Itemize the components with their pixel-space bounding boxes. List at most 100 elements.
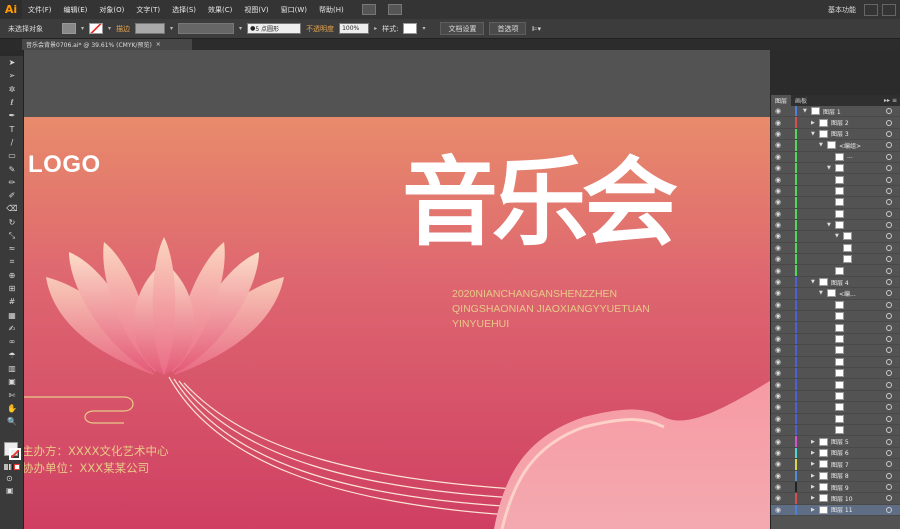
- layer-target-icon[interactable]: [886, 449, 892, 456]
- layer-row[interactable]: ◉: [771, 311, 900, 323]
- draw-mode-icon[interactable]: ⊙: [6, 474, 13, 483]
- layer-target-icon[interactable]: [886, 324, 892, 331]
- visibility-eye-icon[interactable]: ◉: [775, 346, 783, 354]
- layer-row[interactable]: ◉: [771, 174, 900, 186]
- layer-target-icon[interactable]: [886, 108, 892, 115]
- disclosure-triangle-icon[interactable]: ▼: [827, 222, 831, 228]
- eraser-tool-icon[interactable]: ⌫: [0, 202, 24, 215]
- layer-name[interactable]: 图层 8: [831, 471, 849, 480]
- menu-item[interactable]: 效果(C): [202, 5, 238, 15]
- layer-name[interactable]: 图层 5: [831, 437, 849, 446]
- layer-row[interactable]: ◉: [771, 322, 900, 334]
- visibility-eye-icon[interactable]: ◉: [775, 483, 783, 491]
- layer-row[interactable]: ◉ ▼ 图层 3: [771, 128, 900, 141]
- visibility-eye-icon[interactable]: ◉: [775, 221, 783, 229]
- visibility-eye-icon[interactable]: ◉: [775, 494, 783, 502]
- style-dropdown-icon[interactable]: ▾: [422, 25, 425, 32]
- layer-target-icon[interactable]: [886, 392, 892, 399]
- symbol-sprayer-tool-icon[interactable]: ☂: [0, 349, 24, 362]
- disclosure-triangle-icon[interactable]: ▼: [811, 131, 815, 137]
- visibility-eye-icon[interactable]: ◉: [775, 312, 783, 320]
- shape-builder-tool-icon[interactable]: ⊕: [0, 269, 24, 282]
- fill-swatch[interactable]: [62, 23, 76, 34]
- eyedropper-tool-icon[interactable]: ✍: [0, 322, 24, 335]
- layer-row[interactable]: ◉ ▼: [771, 162, 900, 175]
- column-graph-tool-icon[interactable]: ▥: [0, 362, 24, 375]
- tab-artboards[interactable]: 画板: [791, 95, 811, 106]
- disclosure-triangle-icon[interactable]: ▼: [811, 279, 815, 285]
- layer-row[interactable]: ◉: [771, 254, 900, 266]
- fill-dropdown-icon[interactable]: ▾: [81, 25, 84, 32]
- layer-row[interactable]: ◉: [771, 299, 900, 312]
- layer-row[interactable]: ◉ ▶ 图层 8: [771, 470, 900, 482]
- layer-row[interactable]: ◉ ▼ <编...: [771, 288, 900, 300]
- visibility-eye-icon[interactable]: ◉: [775, 426, 783, 434]
- disclosure-triangle-icon[interactable]: ▶: [811, 484, 815, 490]
- pen-tool-icon[interactable]: ✒: [0, 109, 24, 122]
- width-tool-icon[interactable]: ≈: [0, 242, 24, 255]
- layer-target-icon[interactable]: [886, 256, 892, 263]
- visibility-eye-icon[interactable]: ◉: [775, 403, 783, 411]
- layer-target-icon[interactable]: [886, 506, 892, 513]
- layer-row[interactable]: ◉: [771, 402, 900, 414]
- disclosure-triangle-icon[interactable]: ▼: [819, 142, 823, 148]
- document-tab[interactable]: 音乐会背景0706.ai* @ 39.61% (CMYK/预览) ×: [22, 39, 192, 50]
- layer-target-icon[interactable]: [886, 279, 892, 286]
- align-menu-icon[interactable]: ⊫▾: [531, 25, 541, 33]
- artboard[interactable]: LOGO 音乐会 2020NIANCHANGANSHENZZHEN QINGSH…: [24, 117, 770, 529]
- layer-target-icon[interactable]: [886, 210, 892, 217]
- layer-row[interactable]: ◉: [771, 185, 900, 198]
- layer-target-icon[interactable]: [886, 187, 892, 194]
- layer-target-icon[interactable]: [886, 427, 892, 434]
- menu-item[interactable]: 编辑(E): [58, 5, 94, 15]
- visibility-eye-icon[interactable]: ◉: [775, 301, 783, 309]
- visibility-eye-icon[interactable]: ◉: [775, 472, 783, 480]
- layer-row[interactable]: ◉ ▼: [771, 231, 900, 243]
- slice-tool-icon[interactable]: ✄: [0, 388, 24, 401]
- layer-row[interactable]: ◉: [771, 208, 900, 220]
- pencil-tool-icon[interactable]: ✏: [0, 176, 24, 189]
- menu-item[interactable]: 文件(F): [22, 5, 58, 15]
- brush-definition[interactable]: ● 5 点圆形: [247, 23, 302, 34]
- menu-item[interactable]: 视图(V): [238, 5, 274, 15]
- line-tool-icon[interactable]: /: [0, 136, 24, 149]
- layer-row[interactable]: ◉: [771, 390, 900, 403]
- layer-target-icon[interactable]: [886, 130, 892, 137]
- layer-name[interactable]: <编组>: [839, 141, 861, 150]
- layer-target-icon[interactable]: [886, 358, 892, 365]
- screen-mode-icon[interactable]: ▣: [6, 486, 14, 495]
- stroke-dropdown-icon[interactable]: ▾: [108, 25, 111, 32]
- disclosure-triangle-icon[interactable]: ▼: [803, 108, 807, 114]
- layer-row[interactable]: ◉ ▼: [771, 219, 900, 232]
- layer-target-icon[interactable]: [886, 267, 892, 274]
- graphic-style-swatch[interactable]: [403, 23, 418, 34]
- stroke-label[interactable]: 描边: [116, 24, 130, 34]
- layer-target-icon[interactable]: [886, 290, 892, 297]
- visibility-eye-icon[interactable]: ◉: [775, 381, 783, 389]
- minimize-button[interactable]: [864, 3, 878, 16]
- layer-row[interactable]: ◉: [771, 367, 900, 380]
- visibility-eye-icon[interactable]: ◉: [775, 255, 783, 263]
- gradient-mode-icon[interactable]: [9, 464, 13, 470]
- layer-row[interactable]: ◉: [771, 345, 900, 357]
- profile-dropdown-icon[interactable]: ▾: [239, 25, 242, 32]
- paintbrush-tool-icon[interactable]: ✎: [0, 162, 24, 175]
- visibility-eye-icon[interactable]: ◉: [775, 141, 783, 149]
- lasso-tool-icon[interactable]: ℓ: [0, 96, 24, 109]
- layer-target-icon[interactable]: [886, 119, 892, 126]
- stroke-weight-dropdown-icon[interactable]: ▾: [170, 25, 173, 32]
- visibility-eye-icon[interactable]: ◉: [775, 107, 783, 115]
- visibility-eye-icon[interactable]: ◉: [775, 460, 783, 468]
- layer-row[interactable]: ◉: [771, 333, 900, 346]
- layer-row[interactable]: ◉ ▶ 图层 7: [771, 459, 900, 471]
- canvas[interactable]: LOGO 音乐会 2020NIANCHANGANSHENZZHEN QINGSH…: [24, 50, 770, 529]
- visibility-eye-icon[interactable]: ◉: [775, 176, 783, 184]
- layer-name[interactable]: 图层 9: [831, 483, 849, 492]
- stroke-color-box[interactable]: [9, 448, 21, 460]
- layer-name[interactable]: 图层 1: [823, 107, 841, 116]
- disclosure-triangle-icon[interactable]: ▶: [811, 439, 815, 445]
- layer-row[interactable]: ◉ ▼ <编组>: [771, 140, 900, 152]
- visibility-eye-icon[interactable]: ◉: [775, 449, 783, 457]
- gradient-tool-icon[interactable]: ▦: [0, 309, 24, 322]
- layer-target-icon[interactable]: [886, 461, 892, 468]
